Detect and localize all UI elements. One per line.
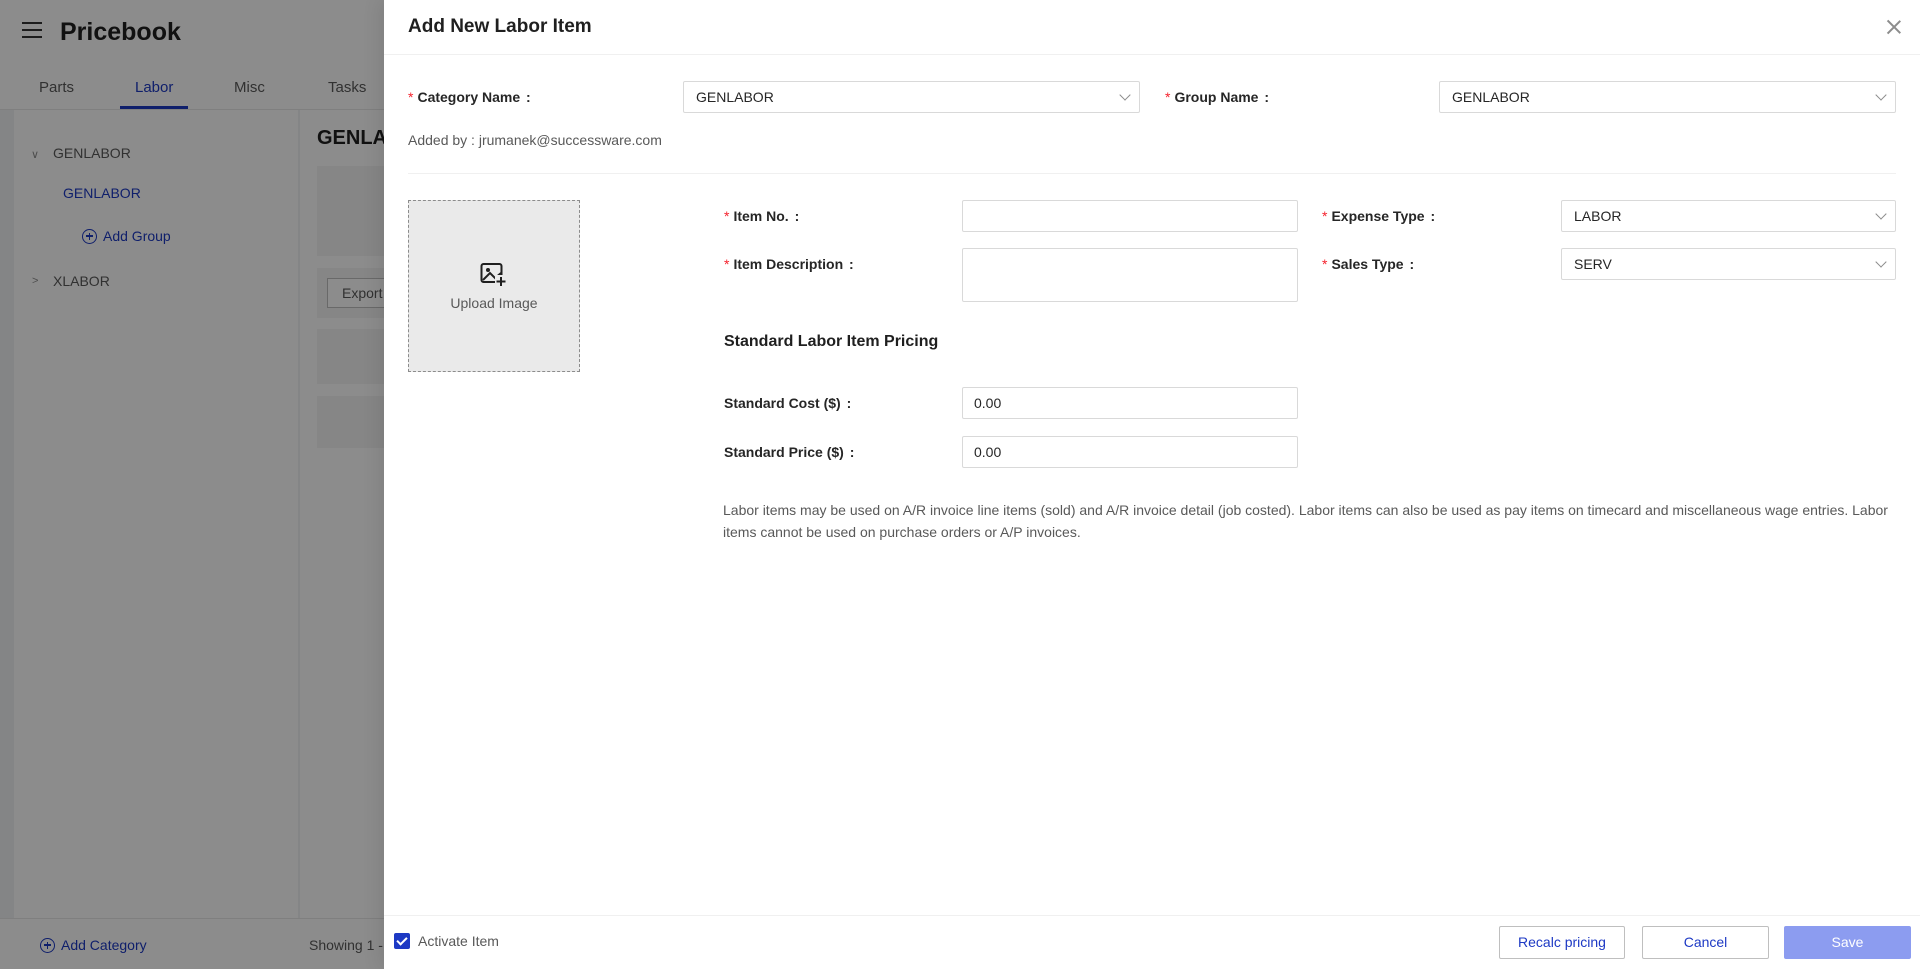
added-by-text: Added by : jrumanek@successware.com — [408, 132, 662, 148]
expense-type-label: * Expense Type : — [1322, 208, 1436, 224]
upload-image-box[interactable]: Upload Image — [408, 200, 580, 372]
recalc-pricing-button[interactable]: Recalc pricing — [1499, 926, 1625, 959]
required-mark: * — [1165, 89, 1171, 105]
upload-image-label: Upload Image — [450, 295, 538, 311]
category-name-value: GENLABOR — [696, 89, 774, 105]
standard-price-label: Standard Price ($) : — [724, 444, 855, 460]
sales-type-select[interactable]: SERV — [1561, 248, 1896, 280]
standard-price-input[interactable] — [962, 436, 1298, 468]
activate-item-checkbox[interactable] — [394, 933, 410, 949]
item-description-label: * Item Description : — [724, 256, 854, 272]
standard-cost-label: Standard Cost ($) : — [724, 395, 852, 411]
group-name-value: GENLABOR — [1452, 89, 1530, 105]
group-name-select[interactable]: GENLABOR — [1439, 81, 1896, 113]
activate-item-label[interactable]: Activate Item — [418, 933, 499, 949]
item-no-label: * Item No. : — [724, 208, 800, 224]
item-no-input[interactable] — [962, 200, 1298, 232]
drawer-title: Add New Labor Item — [408, 16, 592, 37]
drawer-header: Add New Labor Item — [384, 0, 1920, 55]
chevron-down-icon — [1875, 89, 1887, 101]
labor-items-note: Labor items may be used on A/R invoice l… — [723, 502, 1888, 540]
expense-type-value: LABOR — [1574, 208, 1622, 224]
image-add-icon — [480, 263, 507, 287]
sales-type-label: * Sales Type : — [1322, 256, 1415, 272]
required-mark: * — [408, 89, 414, 105]
required-mark: * — [1322, 208, 1328, 224]
save-button[interactable]: Save — [1784, 926, 1911, 959]
item-description-textarea[interactable] — [962, 248, 1298, 302]
divider — [408, 173, 1896, 174]
sales-type-value: SERV — [1574, 256, 1612, 272]
required-mark: * — [1322, 256, 1328, 272]
required-mark: * — [724, 256, 730, 272]
group-name-label: * Group Name : — [1165, 89, 1270, 105]
pricing-section-title: Standard Labor Item Pricing — [724, 333, 939, 350]
chevron-down-icon — [1119, 89, 1131, 101]
cancel-button[interactable]: Cancel — [1642, 926, 1769, 959]
category-name-select[interactable]: GENLABOR — [683, 81, 1140, 113]
expense-type-select[interactable]: LABOR — [1561, 200, 1896, 232]
close-icon[interactable] — [1884, 17, 1904, 37]
chevron-down-icon — [1875, 256, 1887, 268]
drawer-footer: Activate Item Recalc pricing Cancel Save — [384, 915, 1920, 969]
category-name-label: * Category Name : — [408, 89, 531, 105]
add-labor-item-drawer: Add New Labor Item * Category Name : GENL… — [384, 0, 1920, 969]
required-mark: * — [724, 208, 730, 224]
standard-cost-input[interactable] — [962, 387, 1298, 419]
chevron-down-icon — [1875, 208, 1887, 220]
